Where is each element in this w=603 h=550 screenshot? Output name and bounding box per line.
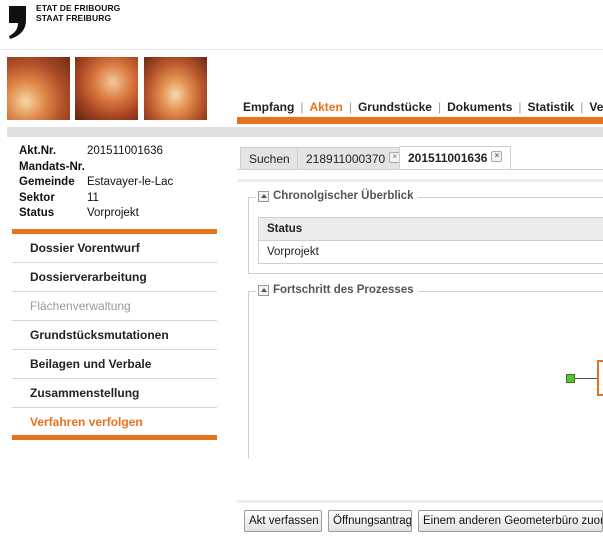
header-photo-3: [144, 57, 207, 120]
info-value: Estavayer-le-Lac: [87, 176, 174, 188]
info-label: Gemeinde: [19, 176, 75, 188]
menu-bottom-bar: [12, 435, 217, 440]
menu-item-dossier-vorentwurf[interactable]: Dossier Vorentwurf: [12, 234, 217, 263]
progress-title: Fortschritt des Prozesses: [273, 284, 414, 296]
info-label: Status: [19, 207, 55, 219]
akt-verfassen-button[interactable]: Akt verfassen: [244, 510, 322, 532]
info-row-mandats: Mandats-Nr.: [19, 160, 173, 176]
logo-line2: STAAT FREIBURG: [36, 13, 112, 23]
tab-suchen[interactable]: Suchen: [240, 147, 299, 169]
dossier-info: Akt.Nr. 201511001636 Mandats-Nr. Gemeind…: [19, 144, 173, 222]
info-label: Mandats-Nr.: [19, 160, 85, 173]
nav-dokuments[interactable]: Dokuments: [441, 100, 518, 114]
process-edge: [575, 378, 597, 379]
oeffnungsantrag-button[interactable]: Öffnungsantrag: [328, 510, 412, 532]
table-header-status: Status: [258, 217, 603, 241]
top-navigation: Empfang | Akten | Grundstücke | Dokument…: [237, 99, 603, 115]
chevron-up-icon[interactable]: [258, 284, 269, 296]
info-row-sektor: Sektor 11: [19, 191, 173, 207]
table-row: Vorprojekt: [258, 241, 603, 264]
menu-item-grundstuecksmutationen[interactable]: Grundstücksmutationen: [12, 321, 217, 350]
nav-statistik[interactable]: Statistik: [522, 100, 581, 114]
header-photo-2: [75, 57, 138, 120]
close-icon[interactable]: ×: [491, 151, 503, 162]
tab-label: Suchen: [249, 152, 290, 166]
chrono-legend: Chronolgischer Überblick: [256, 190, 418, 202]
nav-empfang[interactable]: Empfang: [237, 100, 300, 114]
info-value: Vorprojekt: [87, 207, 139, 219]
comma-logo-icon: [9, 6, 26, 39]
gray-band: [7, 127, 603, 137]
menu-item-zusammenstellung[interactable]: Zusammenstellung: [12, 379, 217, 408]
info-row-aktnr: Akt.Nr. 201511001636: [19, 144, 173, 160]
logo-line1: ETAT DE FRIBOURG: [36, 3, 121, 13]
menu-item-flaechenverwaltung: Flächenverwaltung: [12, 292, 217, 321]
nav-akten[interactable]: Akten: [303, 100, 348, 114]
logo-text: ETAT DE FRIBOURG STAAT FREIBURG: [36, 3, 120, 23]
process-start-node: [566, 374, 575, 383]
nav-accent-bar: [237, 117, 603, 124]
anderes-geometerbuero-button[interactable]: Einem anderen Geometerbüro zuordnen: [418, 510, 603, 532]
menu-item-verfahren-verfolgen[interactable]: Verfahren verfolgen: [12, 408, 217, 436]
info-value: 201511001636: [87, 145, 163, 157]
progress-legend: Fortschritt des Prozesses: [256, 284, 418, 296]
info-label: Akt.Nr.: [19, 145, 57, 157]
tab-201511001636[interactable]: 201511001636 ×: [399, 146, 512, 170]
info-value: 11: [87, 191, 99, 204]
chrono-table: Status Vorprojekt: [258, 217, 603, 264]
tabs-baseline: [237, 169, 603, 170]
tab-label: 218911000370: [306, 152, 386, 166]
menu-item-beilagen-verbale[interactable]: Beilagen und Verbale: [12, 350, 217, 379]
nav-grundstuecke[interactable]: Grundstücke: [352, 100, 438, 114]
process-step-box[interactable]: [597, 360, 603, 396]
info-row-gemeinde: Gemeinde Estavayer-le-Lac: [19, 175, 173, 191]
tab-label: 201511001636: [408, 151, 488, 165]
chrono-title: Chronolgischer Überblick: [273, 190, 414, 202]
header-divider: [0, 49, 603, 50]
chevron-up-icon[interactable]: [258, 190, 269, 202]
side-menu: Dossier Vorentwurf Dossierverarbeitung F…: [12, 234, 217, 436]
header-photo-1: [7, 57, 70, 120]
menu-item-dossierverarbeitung[interactable]: Dossierverarbeitung: [12, 263, 217, 292]
progress-fieldset: [248, 291, 603, 459]
info-row-status: Status Vorprojekt: [19, 206, 173, 222]
info-label: Sektor: [19, 191, 55, 204]
tab-218911000370[interactable]: 218911000370 ×: [297, 147, 410, 169]
nav-ver[interactable]: Ver: [583, 100, 603, 114]
